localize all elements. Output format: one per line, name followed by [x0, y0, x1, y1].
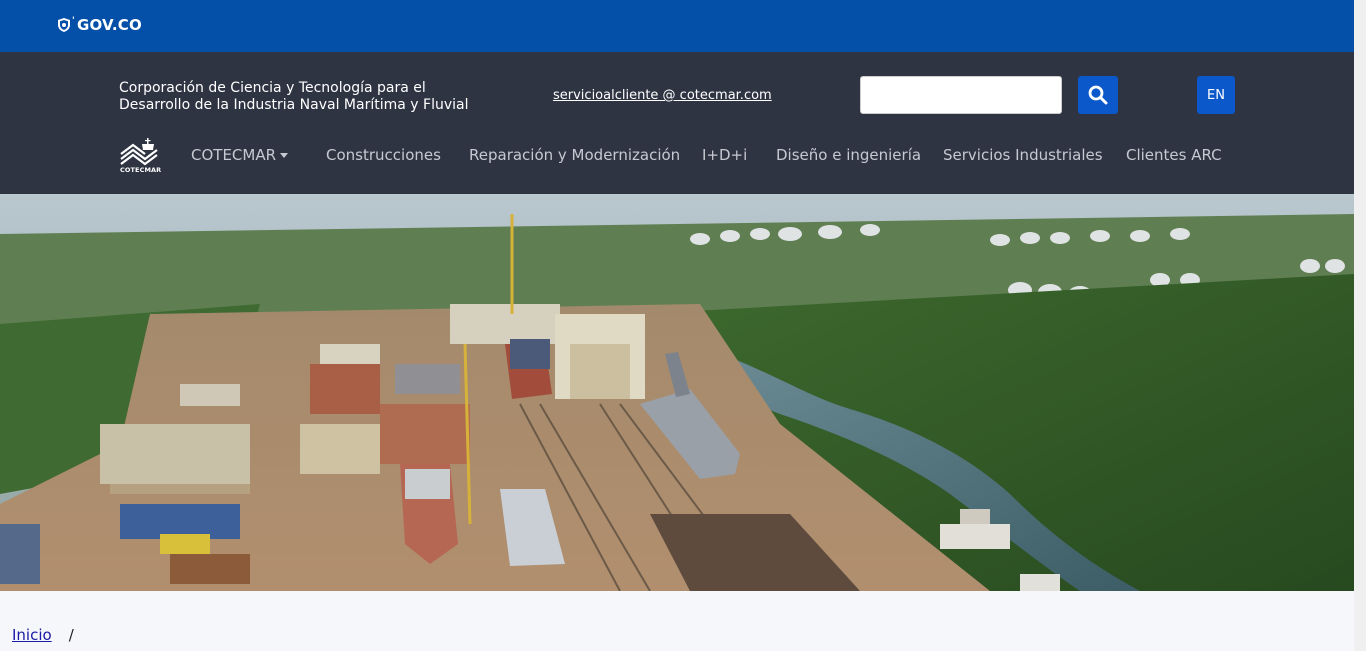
- logo-caption: COTECMAR: [120, 166, 162, 174]
- nav-item-construcciones[interactable]: Construcciones: [326, 146, 441, 164]
- language-toggle-button[interactable]: EN: [1197, 76, 1235, 114]
- shipyard-aerial-photo: [0, 194, 1354, 591]
- gov-bar: ' GOV.CO: [0, 0, 1354, 52]
- nav-item-cotecmar[interactable]: COTECMAR: [191, 146, 289, 164]
- shield-icon: [58, 18, 70, 32]
- search-icon: [1088, 85, 1108, 105]
- nav-item-reparacion-modernizacion[interactable]: Reparación y Modernización: [469, 146, 680, 164]
- nav-item-clientes-arc[interactable]: Clientes ARC: [1126, 146, 1222, 164]
- nav-item-idi[interactable]: I+D+i: [702, 146, 747, 164]
- vertical-scrollbar[interactable]: [1354, 0, 1366, 651]
- breadcrumb: Inicio /: [12, 626, 74, 644]
- hero-banner-shipyard-image: [0, 194, 1354, 591]
- caret-down-icon: [280, 153, 289, 158]
- search-input[interactable]: [860, 76, 1062, 114]
- search-button[interactable]: [1078, 76, 1118, 114]
- organization-name: Corporación de Ciencia y Tecnología para…: [119, 80, 469, 113]
- breadcrumb-separator: /: [68, 626, 74, 644]
- site-header: Corporación de Ciencia y Tecnología para…: [0, 52, 1354, 194]
- ship-waves-logo-icon: [120, 138, 158, 166]
- cotecmar-logo[interactable]: COTECMAR: [119, 136, 162, 176]
- nav-item-diseno-ingenieria[interactable]: Diseño e ingeniería: [776, 146, 921, 164]
- gov-co-logo[interactable]: ' GOV.CO: [58, 16, 142, 34]
- customer-service-email-link[interactable]: servicioalcliente @ cotecmar.com: [553, 88, 772, 103]
- nav-item-servicios-industriales[interactable]: Servicios Industriales: [943, 146, 1103, 164]
- breadcrumb-home-link[interactable]: Inicio: [12, 626, 52, 644]
- gov-co-text: GOV.CO: [76, 16, 142, 34]
